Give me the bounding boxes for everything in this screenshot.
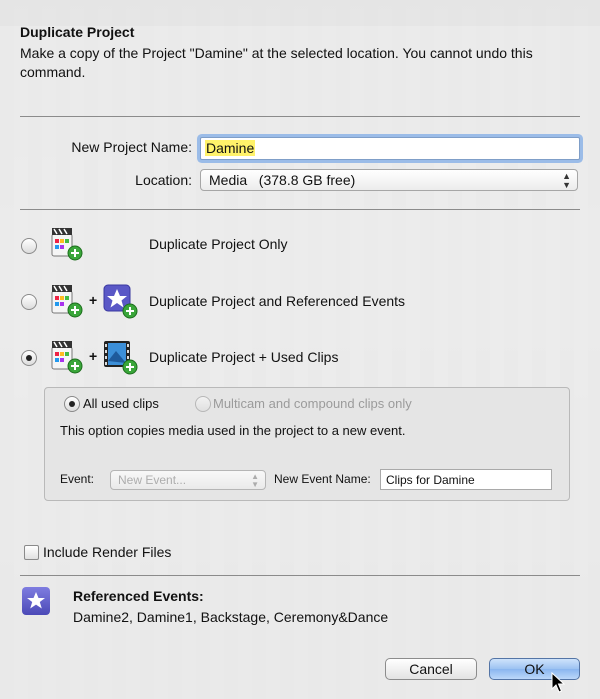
event-value: New Event...: [118, 473, 187, 487]
project-name-input[interactable]: Damine: [200, 137, 580, 160]
chevron-updown-icon: ▲ ▼: [251, 472, 259, 489]
include-render-files-label: Include Render Files: [43, 544, 172, 560]
radio-all-used-clips[interactable]: [64, 396, 80, 412]
cancel-button[interactable]: Cancel: [385, 658, 477, 680]
location-label: Location:: [135, 172, 192, 188]
used-clips-info: This option copies media used in the pro…: [60, 423, 406, 438]
project-plus-icon: [50, 283, 83, 318]
dialog-title: Duplicate Project: [20, 24, 135, 40]
event-label: Event:: [60, 472, 95, 486]
radio-duplicate-project-and-events[interactable]: [21, 294, 37, 310]
referenced-events-title: Referenced Events:: [73, 588, 204, 604]
divider: [20, 116, 580, 117]
mouse-cursor-icon: [551, 671, 566, 699]
project-plus-icon: [50, 339, 83, 374]
event-name-input[interactable]: Clips for Damine: [380, 469, 552, 490]
event-plus-icon: [102, 283, 138, 319]
all-used-clips-label: All used clips: [83, 396, 159, 411]
clip-plus-icon: [102, 339, 138, 375]
radio-duplicate-project-used-clips[interactable]: [21, 350, 37, 366]
location-value: Media (378.8 GB free): [209, 172, 356, 188]
referenced-events-list: Damine2, Damine1, Backstage, Ceremony&Da…: [73, 609, 389, 625]
project-name-label: New Project Name:: [71, 139, 192, 155]
dialog-sheet: Duplicate Project Make a copy of the Pro…: [0, 0, 600, 699]
multicam-label: Multicam and compound clips only: [213, 396, 412, 411]
star-event-icon: [22, 587, 50, 615]
event-name-label: New Event Name:: [274, 472, 371, 486]
location-popup[interactable]: Media (378.8 GB free) ▲ ▼: [200, 169, 578, 191]
option-label: Duplicate Project and Referenced Events: [149, 293, 406, 309]
plus-separator: +: [89, 292, 98, 308]
include-render-files-checkbox[interactable]: [24, 545, 39, 560]
radio-multicam-compound[interactable]: [195, 396, 211, 412]
radio-selected-dot: [26, 355, 32, 361]
dialog-description: Make a copy of the Project "Damine" at t…: [20, 45, 533, 80]
project-plus-icon: [50, 226, 83, 261]
divider: [20, 575, 580, 576]
divider: [20, 209, 580, 210]
event-name-value: Clips for Damine: [386, 473, 475, 487]
option-label: Duplicate Project Only: [149, 236, 288, 252]
radio-duplicate-project-only[interactable]: [21, 238, 37, 254]
project-name-value: Damine: [205, 140, 256, 156]
ok-button[interactable]: OK: [489, 658, 580, 680]
event-popup[interactable]: New Event... ▲ ▼: [110, 470, 266, 490]
radio-selected-dot: [69, 401, 75, 407]
chevron-updown-icon: ▲ ▼: [562, 171, 571, 190]
plus-separator: +: [89, 348, 98, 364]
option-label: Duplicate Project + Used Clips: [149, 349, 339, 365]
